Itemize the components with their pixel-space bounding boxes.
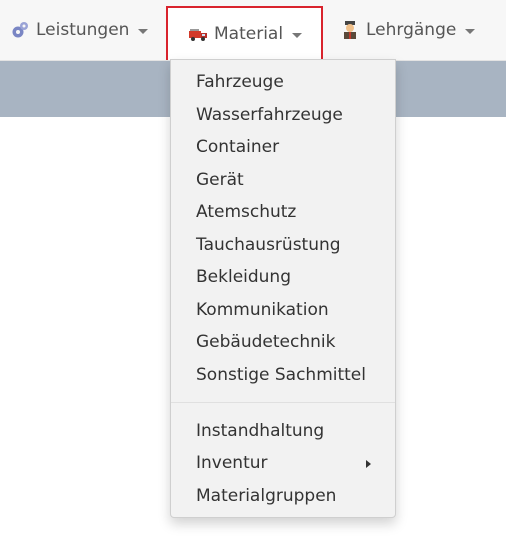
menu-item-fahrzeuge[interactable]: Fahrzeuge [196, 71, 284, 93]
caret-down-icon [465, 28, 476, 34]
menu-item-inventur[interactable]: Inventur [196, 452, 268, 474]
caret-down-icon [292, 32, 303, 38]
instructor-icon [340, 20, 360, 40]
menu-item-geraet[interactable]: Gerät [196, 169, 244, 191]
fire-truck-icon [188, 24, 208, 44]
menu-item-wasserfahrzeuge[interactable]: Wasserfahrzeuge [196, 104, 343, 126]
material-dropdown-menu: Fahrzeuge Wasserfahrzeuge Container Gerä… [170, 59, 396, 518]
nav-material-label: Material [214, 24, 284, 44]
menu-item-bekleidung[interactable]: Bekleidung [196, 266, 291, 288]
top-navbar: Leistungen Material Lehrgänge [0, 0, 506, 61]
gears-icon [10, 20, 30, 40]
menu-item-gebaeudetechnik[interactable]: Gebäudetechnik [196, 331, 335, 353]
menu-item-kommunikation[interactable]: Kommunikation [196, 299, 329, 321]
menu-divider [171, 402, 395, 403]
menu-item-atemschutz[interactable]: Atemschutz [196, 201, 296, 223]
submenu-arrow-icon [366, 460, 371, 468]
menu-item-materialgruppen[interactable]: Materialgruppen [196, 485, 336, 507]
menu-item-tauchausruestung[interactable]: Tauchausrüstung [196, 234, 341, 256]
menu-item-instandhaltung[interactable]: Instandhaltung [196, 420, 324, 442]
menu-item-container[interactable]: Container [196, 136, 279, 158]
caret-down-icon [138, 28, 149, 34]
nav-leistungen-label: Leistungen [36, 20, 130, 40]
menu-item-sonstige-sachmittel[interactable]: Sonstige Sachmittel [196, 364, 366, 386]
nav-lehrgaenge-label: Lehrgänge [366, 20, 457, 40]
nav-material[interactable]: Material [166, 6, 323, 60]
nav-lehrgaenge[interactable]: Lehrgänge [340, 0, 476, 60]
nav-leistungen[interactable]: Leistungen [10, 0, 149, 60]
